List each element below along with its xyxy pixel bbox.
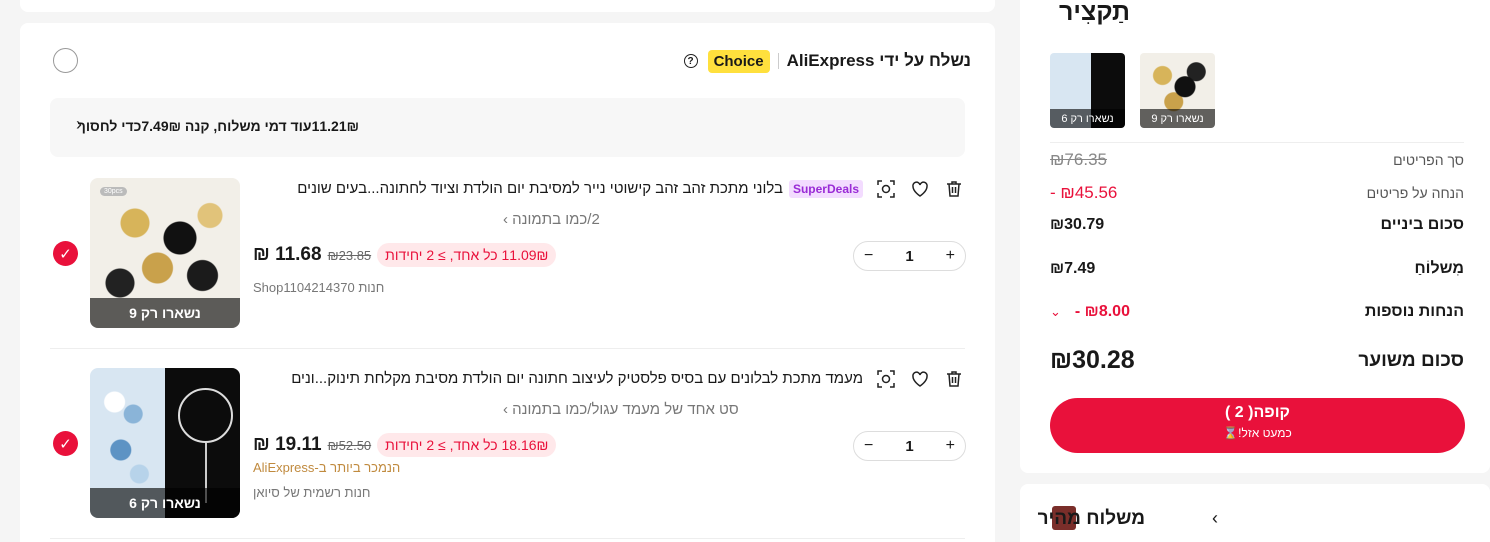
superdeals-badge: SuperDeals — [788, 180, 863, 198]
find-similar-icon[interactable] — [877, 180, 895, 198]
summary-thumbnails: נשארו רק 6 נשארו רק 9 — [1050, 53, 1215, 128]
quantity-value[interactable]: 1 — [905, 438, 913, 455]
items-total-value: ₪76.35 — [1050, 150, 1107, 169]
original-price: ₪52.50 — [327, 437, 372, 453]
shipping-label: מִשלוֹחַ — [1414, 260, 1464, 277]
shipping-threshold-banner[interactable]: › 11.21₪עוד דמי משלוח, קנה 7.49₪כדי לחסו… — [50, 98, 965, 157]
quantity-value[interactable]: 1 — [905, 248, 913, 265]
extra-discounts-row[interactable]: ⌄ - ₪8.00 הנחות נוספות — [1050, 303, 1464, 321]
item-select-checkbox[interactable]: ✓ — [53, 431, 78, 456]
summary-title: תַקצִיר — [1059, 0, 1130, 26]
chevron-down-icon: ⌄ — [1050, 304, 1061, 319]
shop-name[interactable]: חנות Shop1104214370 — [253, 280, 384, 295]
checkout-label: קופה( 2 ) — [1225, 404, 1290, 421]
increase-button[interactable]: + — [946, 247, 955, 265]
chevron-icon: ‹ — [503, 211, 513, 228]
trash-icon[interactable] — [945, 180, 963, 198]
shipping-value: ₪7.49 — [1050, 260, 1096, 277]
item-select-checkbox[interactable]: ✓ — [53, 241, 78, 266]
variant-selector[interactable]: ‹ סט אחד של מעמד עגול/כמו בתמונה — [270, 401, 995, 418]
increase-button[interactable]: + — [946, 437, 955, 455]
variant-selector[interactable]: ‹ 2/כמו בתמונה — [270, 211, 995, 228]
price-row: ₪ 11.68 ₪23.85 11.09₪ כל אחד, ≥ 2 יחידות — [253, 243, 557, 267]
best-seller-label: הנמכר ביותר ב-AliExpress — [253, 460, 401, 475]
bulk-promo-badge: 11.09₪ כל אחד, ≥ 2 יחידות — [377, 243, 557, 267]
store-header: נשלח על ידי AliExpress Choice ? — [683, 47, 971, 75]
wishlist-heart-icon[interactable] — [911, 370, 929, 388]
order-summary: תַקצִיר נשארו רק 6 נשארו רק 9 ₪76.35 סך … — [1020, 0, 1490, 473]
cart-item: ✓ נשארו רק 6 מעמד מתכת לבלונים עם בסיס פ… — [20, 360, 995, 535]
estimated-total-label: סכום משוער — [1358, 349, 1464, 371]
product-image[interactable]: 30pcs נשארו רק 9 — [90, 178, 240, 328]
choice-badge: Choice — [707, 49, 770, 73]
item-divider — [50, 538, 965, 539]
current-price: ₪ 19.11 — [253, 434, 322, 455]
balloons-graphic — [96, 378, 158, 498]
estimated-total-row: ₪30.28 סכום משוער — [1050, 346, 1464, 375]
summary-divider — [1050, 142, 1464, 143]
low-stock-label: נשארו רק 9 — [90, 298, 240, 328]
shop-name[interactable]: חנות רשמית של סיואן — [253, 485, 370, 500]
fast-shipping-card[interactable]: ‹ משלוח מהיר — [1020, 484, 1490, 542]
item-actions — [877, 370, 963, 388]
decrease-button[interactable]: − — [864, 247, 873, 265]
store-shipped-by: נשלח על ידי AliExpress — [786, 51, 971, 70]
product-title[interactable]: SuperDealsבלוני מתכת זהב זהב קישוטי נייר… — [253, 180, 863, 198]
shipping-row: ₪7.49 מִשלוֹחַ — [1050, 260, 1464, 278]
ring-graphic — [178, 388, 233, 443]
low-stock-label: נשארו רק 6 — [1050, 109, 1125, 128]
subtotal-row: ₪30.79 סכום ביניים — [1050, 216, 1464, 234]
items-discount-row: - ₪45.56 הנחה על פריטים — [1050, 183, 1464, 203]
help-icon[interactable]: ? — [683, 54, 698, 68]
previous-card — [20, 0, 995, 12]
low-stock-label: נשארו רק 9 — [1140, 109, 1215, 128]
extra-discounts-label: הנחות נוספות — [1364, 303, 1464, 320]
bulk-promo-badge: 18.16₪ כל אחד, ≥ 2 יחידות — [377, 433, 557, 457]
pcs-tag: 30pcs — [100, 187, 127, 196]
subtotal-value: ₪30.79 — [1050, 216, 1105, 233]
estimated-total-value: ₪30.28 — [1050, 346, 1135, 374]
price-row: ₪ 19.11 ₪52.50 18.16₪ כל אחד, ≥ 2 יחידות — [253, 433, 557, 457]
quantity-stepper: − 1 + — [853, 241, 966, 271]
summary-thumbnail[interactable]: נשארו רק 9 — [1140, 53, 1215, 128]
chevron-left-icon: ‹ — [1212, 508, 1218, 528]
product-title[interactable]: מעמד מתכת לבלונים עם בסיס פלסטיק לעיצוב … — [253, 370, 863, 387]
quantity-stepper: − 1 + — [853, 431, 966, 461]
shipping-threshold-text: 11.21₪עוד דמי משלוח, קנה 7.49₪כדי לחסוך — [77, 118, 359, 134]
item-divider — [50, 348, 965, 349]
item-actions — [877, 180, 963, 198]
fast-shipping-label: משלוח מהיר — [1037, 508, 1145, 529]
items-total-label: סך הפריטים — [1393, 152, 1464, 168]
wishlist-heart-icon[interactable] — [911, 180, 929, 198]
find-similar-icon[interactable] — [877, 370, 895, 388]
chevron-icon: ‹ — [503, 401, 513, 418]
items-discount-value: - ₪45.56 — [1050, 183, 1118, 202]
low-stock-label: נשארו רק 6 — [90, 488, 240, 518]
checkout-button[interactable]: קופה( 2 ) כמעט אזל!⌛ — [1050, 398, 1465, 453]
items-discount-label: הנחה על פריטים — [1366, 185, 1464, 201]
decrease-button[interactable]: − — [864, 437, 873, 455]
cart-item: ✓ 30pcs נשארו רק 9 SuperDealsבלוני מתכת … — [20, 170, 995, 345]
current-price: ₪ 11.68 — [253, 244, 322, 265]
trash-icon[interactable] — [945, 370, 963, 388]
original-price: ₪23.85 — [327, 247, 372, 263]
store-select-radio[interactable] — [53, 48, 78, 73]
product-image[interactable]: נשארו רק 6 — [90, 368, 240, 518]
subtotal-label: סכום ביניים — [1380, 216, 1465, 233]
extra-discounts-value: - ₪8.00 — [1074, 303, 1130, 320]
items-total-row: ₪76.35 סך הפריטים — [1050, 150, 1464, 170]
summary-thumbnail[interactable]: נשארו רק 6 — [1050, 53, 1125, 128]
checkout-sublabel: כמעט אזל!⌛ — [1223, 426, 1292, 440]
header-divider — [777, 53, 779, 69]
